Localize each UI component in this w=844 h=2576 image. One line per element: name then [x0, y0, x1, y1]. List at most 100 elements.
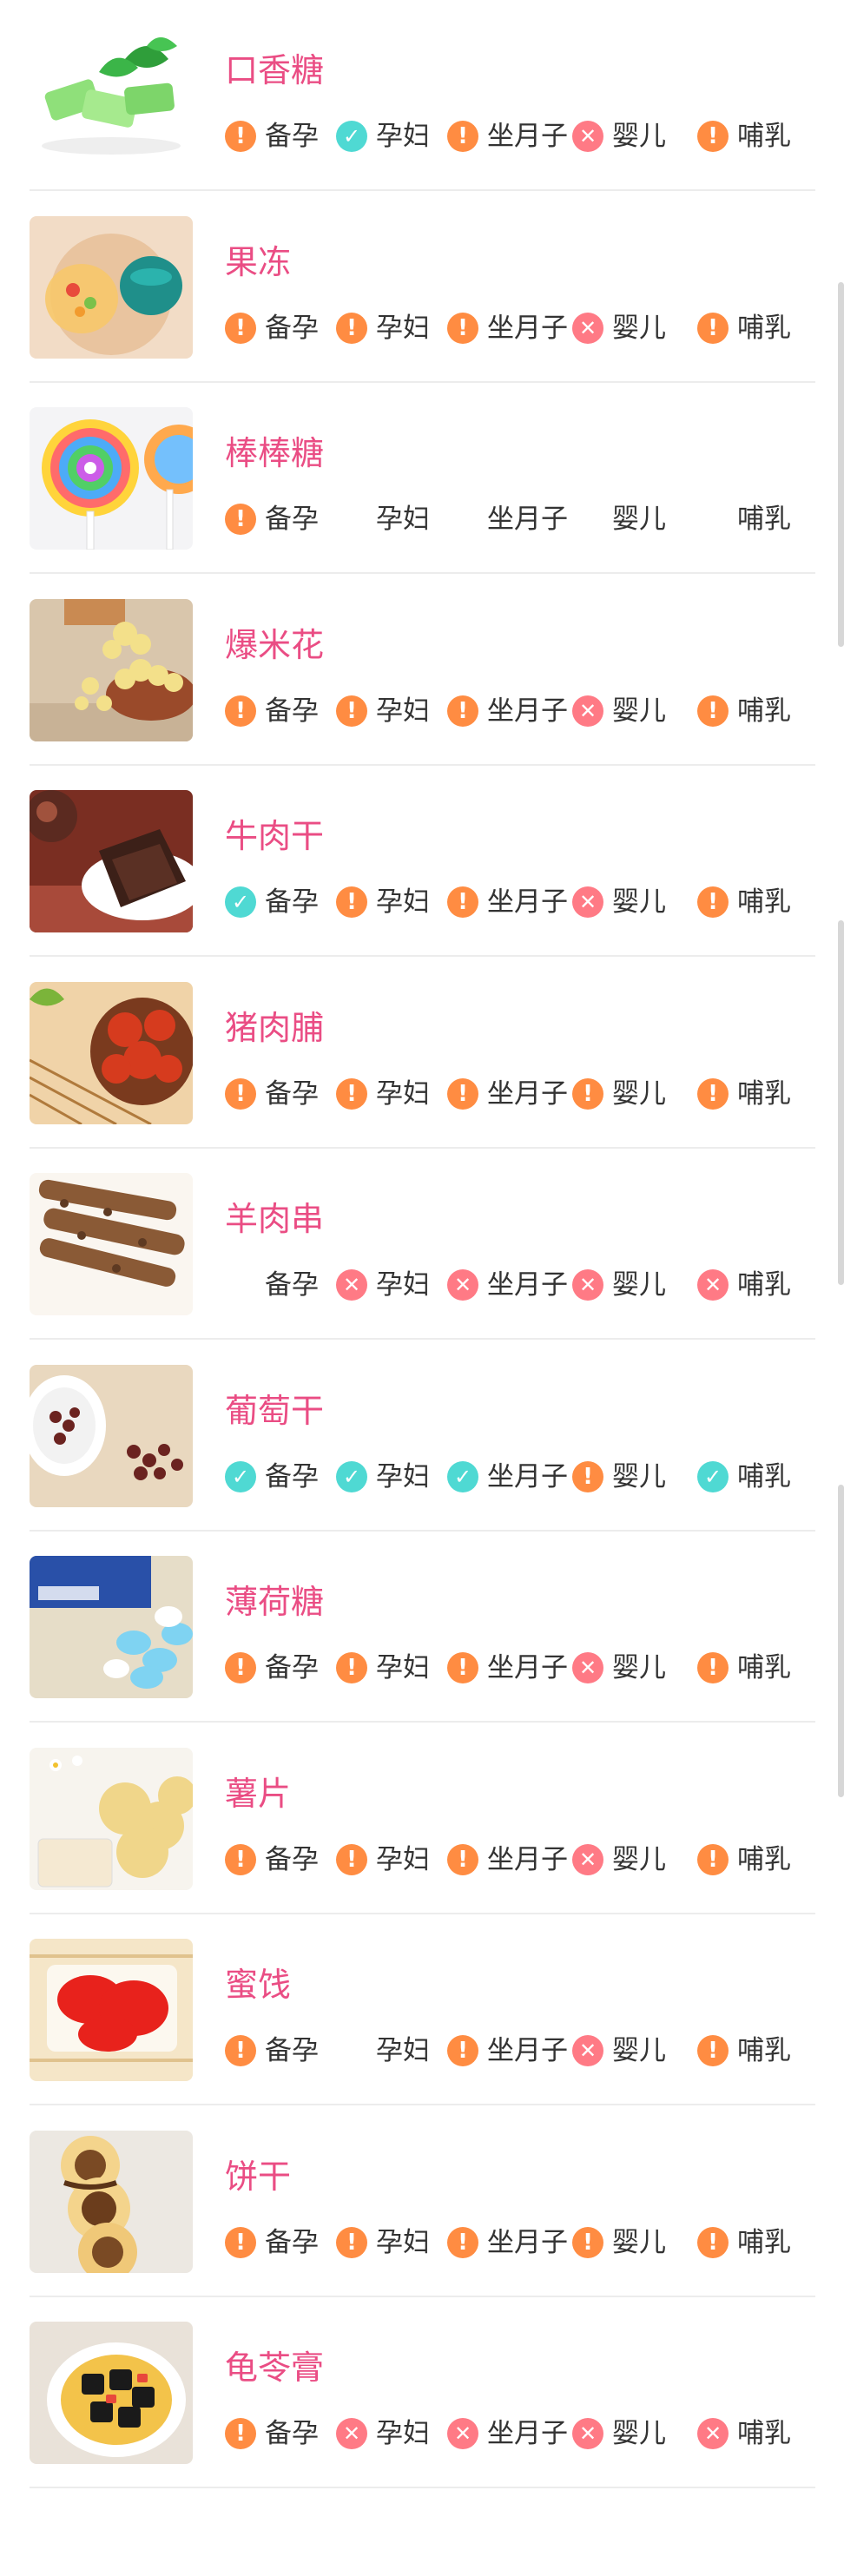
exclamation-icon: !	[697, 1652, 729, 1683]
exclamation-icon: !	[697, 2035, 729, 2066]
check-icon: ✓	[447, 1461, 478, 1492]
pork-jerky-image	[30, 982, 193, 1124]
tag-label: 哺乳	[737, 2418, 791, 2449]
chewing-gum-image	[30, 24, 193, 167]
exclamation-icon: !	[225, 313, 256, 344]
exclamation-icon: !	[572, 1078, 603, 1110]
exclamation-icon: !	[225, 2418, 256, 2449]
biscuits-image	[30, 2131, 193, 2273]
tag-label: 备孕	[265, 1461, 319, 1492]
herbal-jelly-image	[30, 2322, 193, 2464]
cross-icon: ✕	[697, 2418, 729, 2449]
tag-label: 哺乳	[737, 1461, 791, 1492]
food-row[interactable]: 猪肉脯! 备孕! 孕妇! 坐月子! 婴儿! 哺乳	[30, 958, 815, 1149]
candied-fruit-image	[30, 1939, 193, 2081]
tag-label: 婴儿	[612, 1844, 666, 1875]
tag-label: 坐月子	[487, 121, 568, 152]
tag-label: 婴儿	[612, 1078, 666, 1110]
exclamation-icon: !	[447, 1078, 478, 1110]
cross-icon: ✕	[572, 121, 603, 152]
tag-label: 坐月子	[487, 1652, 568, 1683]
tag-label: 孕妇	[376, 1652, 430, 1683]
tag-label: 哺乳	[737, 1652, 791, 1683]
popcorn-image	[30, 599, 193, 741]
tag-label: 坐月子	[487, 1078, 568, 1110]
food-row[interactable]: 爆米花! 备孕! 孕妇! 坐月子 ✕ 婴儿! 哺乳	[30, 575, 815, 766]
tag-label: 婴儿	[612, 2035, 666, 2066]
exclamation-icon: !	[572, 2227, 603, 2258]
exclamation-icon: !	[697, 2227, 729, 2258]
cross-icon: ✕	[697, 1269, 729, 1301]
cross-icon: ✕	[572, 1652, 603, 1683]
tag-label: 坐月子	[487, 1269, 568, 1301]
tag-label: 坐月子	[487, 2035, 568, 2066]
exclamation-icon: !	[336, 2227, 367, 2258]
cross-icon: ✕	[336, 2418, 367, 2449]
ellipsis-icon: •••	[336, 506, 379, 532]
food-name: 饼干	[225, 2158, 292, 2196]
check-icon: ✓	[336, 121, 367, 152]
exclamation-icon: !	[697, 313, 729, 344]
exclamation-icon: !	[697, 695, 729, 727]
food-name: 猪肉脯	[225, 1009, 325, 1047]
tag-label: 哺乳	[737, 886, 791, 918]
food-row[interactable]: 牛肉干 ✓ 备孕! 孕妇! 坐月子 ✕ 婴儿! 哺乳	[30, 766, 815, 957]
food-row[interactable]: 棒棒糖! 备孕 ••• 孕妇 ••• 坐月子 ••• 婴儿 ••• 哺乳	[30, 383, 815, 574]
beef-jerky-image	[30, 790, 193, 932]
scrollbar[interactable]	[838, 920, 844, 1285]
exclamation-icon: !	[336, 886, 367, 918]
tag-label: 婴儿	[612, 504, 666, 535]
food-row[interactable]: 薄荷糖! 备孕! 孕妇! 坐月子 ✕ 婴儿! 哺乳	[30, 1532, 815, 1723]
tag-label: 孕妇	[376, 1461, 430, 1492]
food-row[interactable]: 饼干! 备孕! 孕妇! 坐月子! 婴儿! 哺乳	[30, 2106, 815, 2297]
tag-label: 坐月子	[487, 886, 568, 918]
tag-label: 哺乳	[737, 2227, 791, 2258]
tag-label: 坐月子	[487, 1461, 568, 1492]
tag-label: 备孕	[265, 2035, 319, 2066]
scrollbar[interactable]	[838, 282, 844, 647]
exclamation-icon: !	[336, 1078, 367, 1110]
food-row[interactable]: 蜜饯! 备孕 ••• 孕妇! 坐月子 ✕ 婴儿! 哺乳	[30, 1914, 815, 2105]
ellipsis-icon: •••	[572, 506, 616, 532]
cross-icon: ✕	[572, 2418, 603, 2449]
food-name: 龟苓膏	[225, 2349, 325, 2387]
tag-label: 坐月子	[487, 313, 568, 344]
tag-label: 备孕	[265, 1078, 319, 1110]
cross-icon: ✕	[447, 1269, 478, 1301]
tag-label: 婴儿	[612, 1461, 666, 1492]
cross-icon: ✕	[572, 313, 603, 344]
food-name: 葡萄干	[225, 1392, 325, 1430]
check-icon: ✓	[225, 1461, 256, 1492]
exclamation-icon: !	[447, 2035, 478, 2066]
food-row[interactable]: 薯片! 备孕! 孕妇! 坐月子 ✕ 婴儿! 哺乳	[30, 1723, 815, 1914]
tag-label: 婴儿	[612, 695, 666, 727]
exclamation-icon: !	[447, 1844, 478, 1875]
food-row[interactable]: 龟苓膏! 备孕 ✕ 孕妇 ✕ 坐月子 ✕ 婴儿 ✕ 哺乳	[30, 2297, 815, 2488]
food-row[interactable]: 羊肉串 ••• 备孕 ✕ 孕妇 ✕ 坐月子 ✕ 婴儿 ✕ 哺乳	[30, 1149, 815, 1340]
tag-label: 坐月子	[487, 695, 568, 727]
tag-label: 哺乳	[737, 695, 791, 727]
food-name: 爆米花	[225, 626, 325, 664]
tag-label: 孕妇	[376, 695, 430, 727]
tag-label: 孕妇	[376, 886, 430, 918]
exclamation-icon: !	[447, 695, 478, 727]
exclamation-icon: !	[225, 1652, 256, 1683]
cross-icon: ✕	[572, 886, 603, 918]
exclamation-icon: !	[697, 886, 729, 918]
food-row[interactable]: 葡萄干 ✓ 备孕 ✓ 孕妇 ✓ 坐月子! 婴儿 ✓ 哺乳	[30, 1341, 815, 1532]
food-name: 薯片	[225, 1775, 292, 1813]
cross-icon: ✕	[572, 695, 603, 727]
tag-label: 孕妇	[376, 2227, 430, 2258]
tag-label: 备孕	[265, 886, 319, 918]
food-row[interactable]: 果冻! 备孕! 孕妇! 坐月子 ✕ 婴儿! 哺乳	[30, 192, 815, 383]
tag-label: 备孕	[265, 313, 319, 344]
exclamation-icon: !	[336, 1652, 367, 1683]
ellipsis-icon: •••	[697, 506, 741, 532]
tag-label: 孕妇	[376, 504, 430, 535]
food-row[interactable]: 口香糖! 备孕 ✓ 孕妇! 坐月子 ✕ 婴儿! 哺乳	[30, 0, 815, 191]
lamb-skewer-image	[30, 1173, 193, 1315]
exclamation-icon: !	[447, 2227, 478, 2258]
scrollbar[interactable]	[838, 1485, 844, 1797]
food-name: 棒棒糖	[225, 434, 325, 472]
tag-label: 哺乳	[737, 504, 791, 535]
